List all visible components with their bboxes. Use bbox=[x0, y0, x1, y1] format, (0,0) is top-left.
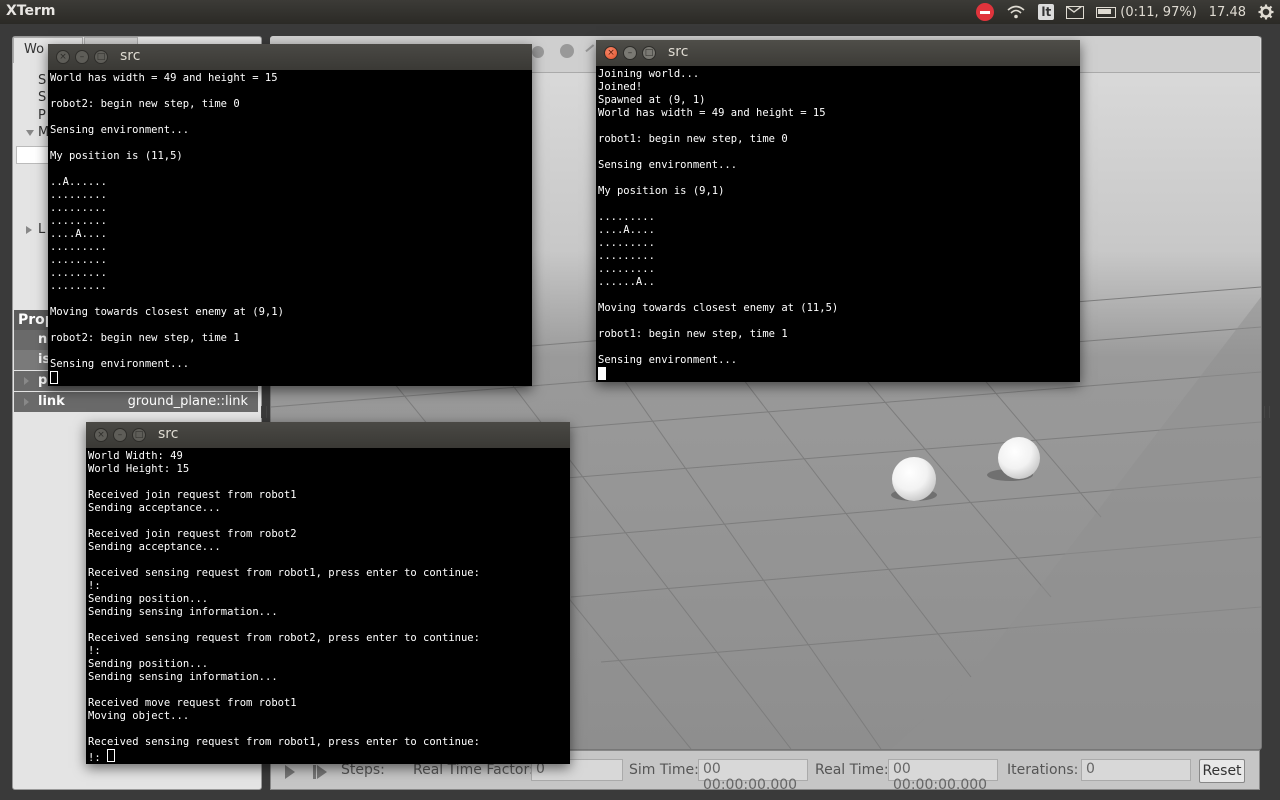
wifi-icon[interactable] bbox=[1000, 0, 1032, 24]
property-key: link bbox=[38, 394, 65, 409]
robot-sphere[interactable] bbox=[892, 457, 936, 501]
robot-sphere[interactable] bbox=[998, 437, 1040, 479]
minimize-icon[interactable]: – bbox=[623, 46, 637, 60]
world-tree-item[interactable]: S bbox=[38, 73, 46, 88]
window-title: src bbox=[668, 44, 689, 60]
play-icon[interactable] bbox=[285, 765, 295, 779]
close-icon[interactable]: × bbox=[604, 46, 618, 60]
keyboard-layout-indicator[interactable]: lt bbox=[1032, 0, 1060, 24]
expand-arrow-icon[interactable] bbox=[24, 398, 29, 406]
sim-time-label: Sim Time: bbox=[629, 762, 699, 778]
real-time-label: Real Time: bbox=[815, 762, 889, 778]
real-time-factor-label: Real Time Factor: bbox=[413, 762, 534, 778]
active-app-title: XTerm bbox=[6, 3, 56, 19]
step-icon[interactable] bbox=[313, 765, 327, 779]
top-panel: XTerm lt (0:11, 97%) 17.48 bbox=[0, 0, 1280, 24]
selected-model-row[interactable] bbox=[16, 146, 50, 164]
terminal-text: World has width = 49 and height = 15 rob… bbox=[50, 72, 284, 370]
xterm-window-server[interactable]: × – □ src World Width: 49 World Height: … bbox=[86, 422, 570, 764]
spotlight-icon[interactable] bbox=[560, 44, 574, 58]
world-tree-item[interactable]: L bbox=[38, 222, 45, 237]
right-panel-handle[interactable] bbox=[1264, 406, 1270, 418]
window-titlebar[interactable]: × – □ src bbox=[86, 422, 570, 448]
battery-text: (0:11, 97%) bbox=[1120, 4, 1197, 20]
xterm-window-robot1[interactable]: × – □ src Joining world... Joined! Spawn… bbox=[596, 40, 1080, 382]
property-value: ground_plane::link bbox=[127, 394, 248, 409]
terminal-cursor bbox=[50, 371, 58, 384]
minimize-icon[interactable]: – bbox=[75, 50, 89, 64]
terminal-cursor bbox=[106, 749, 115, 762]
terminal-output[interactable]: Joining world... Joined! Spawned at (9, … bbox=[596, 66, 1080, 382]
clock[interactable]: 17.48 bbox=[1203, 0, 1252, 24]
battery-icon bbox=[1096, 6, 1117, 18]
terminal-text: World Width: 49 World Height: 15 Receive… bbox=[88, 450, 480, 764]
terminal-output[interactable]: World Width: 49 World Height: 15 Receive… bbox=[86, 448, 570, 764]
system-tray: lt (0:11, 97%) 17.48 bbox=[970, 0, 1280, 24]
iterations-label: Iterations: bbox=[1007, 762, 1079, 778]
sim-time-field: 00 00:00:00.000 bbox=[698, 759, 808, 793]
close-icon[interactable]: × bbox=[94, 428, 108, 442]
world-tree-item[interactable]: P bbox=[38, 108, 46, 123]
window-title: src bbox=[158, 426, 179, 442]
sun-icon[interactable] bbox=[532, 46, 544, 58]
xterm-window-robot2[interactable]: × – □ src World has width = 49 and heigh… bbox=[48, 44, 532, 386]
real-time-field: 00 00:00:00.000 bbox=[888, 759, 998, 793]
expand-arrow-icon[interactable] bbox=[26, 130, 34, 136]
property-key: n bbox=[38, 332, 48, 347]
keyboard-layout-label: lt bbox=[1038, 4, 1055, 20]
window-titlebar[interactable]: × – □ src bbox=[596, 40, 1080, 66]
do-not-disturb-icon[interactable] bbox=[970, 0, 1000, 24]
maximize-icon[interactable]: □ bbox=[94, 50, 108, 64]
mail-icon[interactable] bbox=[1060, 0, 1090, 24]
battery-indicator[interactable]: (0:11, 97%) bbox=[1090, 0, 1203, 24]
terminal-text: Joining world... Joined! Spawned at (9, … bbox=[598, 68, 839, 366]
minimize-icon[interactable]: – bbox=[113, 428, 127, 442]
maximize-icon[interactable]: □ bbox=[132, 428, 146, 442]
terminal-output[interactable]: World has width = 49 and height = 15 rob… bbox=[48, 70, 532, 386]
expand-arrow-icon[interactable] bbox=[26, 226, 32, 234]
maximize-icon[interactable]: □ bbox=[642, 46, 656, 60]
property-key: p bbox=[38, 373, 48, 388]
window-titlebar[interactable]: × – □ src bbox=[48, 44, 532, 70]
expand-arrow-icon[interactable] bbox=[24, 377, 29, 385]
steps-label: Steps: bbox=[341, 762, 385, 778]
world-tree-item[interactable]: S bbox=[38, 90, 46, 105]
panel-splitter-handle[interactable] bbox=[261, 406, 267, 418]
terminal-cursor bbox=[598, 367, 606, 380]
gear-icon[interactable] bbox=[1252, 0, 1280, 24]
close-icon[interactable]: × bbox=[56, 50, 70, 64]
iterations-field: 0 bbox=[1081, 759, 1191, 781]
reset-button[interactable]: Reset bbox=[1199, 759, 1245, 783]
property-row-link[interactable]: link ground_plane::link bbox=[14, 392, 258, 412]
window-title: src bbox=[120, 48, 141, 64]
